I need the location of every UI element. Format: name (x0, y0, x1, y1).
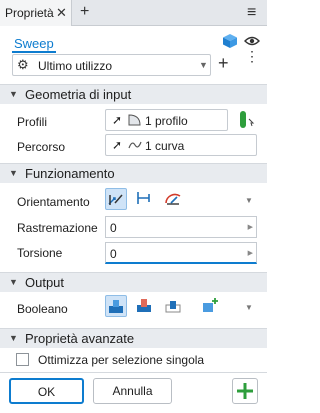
path-label: Percorso (17, 140, 66, 154)
twist-label: Torsione (17, 246, 63, 260)
boolean-intersect-button[interactable] (163, 295, 185, 317)
fixed-orientation-icon (137, 192, 150, 204)
curve-icon (128, 141, 142, 149)
orientation-fixed-button[interactable] (134, 188, 156, 210)
taper-input[interactable]: 0 ▶ (105, 216, 257, 238)
boolean-join-button[interactable] (105, 295, 127, 317)
profiles-value: 1 profilo (145, 114, 188, 128)
path-orientation-icon (108, 194, 123, 205)
section-advanced[interactable]: ▼ Proprietà avanzate (0, 328, 267, 348)
section-output[interactable]: ▼ Output (0, 272, 267, 292)
join-icon (109, 300, 123, 313)
add-tab-icon[interactable]: + (80, 3, 89, 21)
close-icon[interactable]: ✕ (56, 5, 67, 21)
cube-icon[interactable] (222, 33, 238, 49)
cut-icon (137, 299, 151, 312)
more-options-icon[interactable]: ⋮ (245, 49, 259, 63)
boolean-cut-button[interactable] (134, 295, 156, 317)
eye-icon[interactable] (244, 36, 260, 46)
chevron-right-icon[interactable]: ▶ (248, 223, 253, 231)
section-title: Output (25, 275, 65, 290)
profiles-selector[interactable]: ➚ 1 profilo (105, 109, 228, 131)
profiles-label: Profili (17, 115, 48, 129)
menu-icon[interactable]: ≡ (247, 4, 256, 22)
section-input-geometry[interactable]: ▼ Geometria di input (0, 84, 267, 104)
orientation-path-button[interactable] (105, 188, 127, 210)
collapse-icon: ▼ (9, 277, 18, 287)
footer-divider (0, 372, 267, 373)
collapse-icon: ▼ (9, 168, 18, 178)
collapse-icon: ▼ (9, 89, 18, 99)
tab-properties[interactable]: Proprietà ✕ (0, 0, 72, 26)
boolean-label: Booleano (17, 302, 68, 316)
solid-output-icon[interactable] (238, 110, 256, 130)
twist-input[interactable]: 0 ▶ (105, 242, 257, 264)
taper-label: Rastremazione (17, 221, 98, 235)
path-selector[interactable]: ➚ 1 curva (105, 134, 257, 156)
cancel-button[interactable]: Annulla (93, 378, 172, 404)
optimize-label: Ottimizza per selezione singola (38, 353, 205, 367)
add-preset-icon[interactable]: + (218, 53, 229, 74)
cursor-arrow-icon: ➚ (112, 138, 123, 152)
ok-button[interactable]: OK (9, 378, 84, 404)
tab-label: Proprietà (5, 6, 54, 20)
command-underline (12, 51, 56, 53)
plus-icon (237, 383, 253, 399)
new-solid-icon (203, 298, 218, 312)
apply-add-button[interactable] (232, 378, 258, 404)
command-name[interactable]: Sweep (14, 36, 54, 51)
guide-orientation-icon (165, 193, 181, 205)
twist-value: 0 (110, 247, 117, 261)
new-solid-button[interactable] (200, 295, 222, 317)
profile-shape-icon (128, 114, 141, 126)
preset-value: Ultimo utilizzo (38, 59, 113, 73)
section-behavior[interactable]: ▼ Funzionamento (0, 163, 267, 183)
path-value: 1 curva (145, 139, 185, 153)
section-title: Funzionamento (25, 166, 115, 181)
optimize-checkbox[interactable] (16, 353, 29, 366)
orientation-guide-button[interactable] (163, 188, 185, 210)
intersect-icon (165, 301, 181, 313)
cursor-arrow-icon: ➚ (112, 113, 123, 127)
chevron-down-icon[interactable]: ▼ (245, 196, 253, 205)
chevron-down-icon: ▼ (199, 60, 208, 70)
section-title: Geometria di input (25, 87, 132, 102)
tab-bar: Proprietà ✕ + ≡ (0, 0, 267, 26)
chevron-right-icon[interactable]: ▶ (248, 249, 253, 257)
taper-value: 0 (110, 221, 117, 235)
preset-dropdown[interactable]: ⚙ Ultimo utilizzo ▼ (12, 54, 211, 76)
orientation-label: Orientamento (17, 195, 90, 209)
section-title: Proprietà avanzate (25, 331, 135, 346)
collapse-icon: ▼ (9, 333, 18, 343)
gear-icon: ⚙ (17, 57, 29, 72)
chevron-down-icon[interactable]: ▼ (245, 303, 253, 312)
